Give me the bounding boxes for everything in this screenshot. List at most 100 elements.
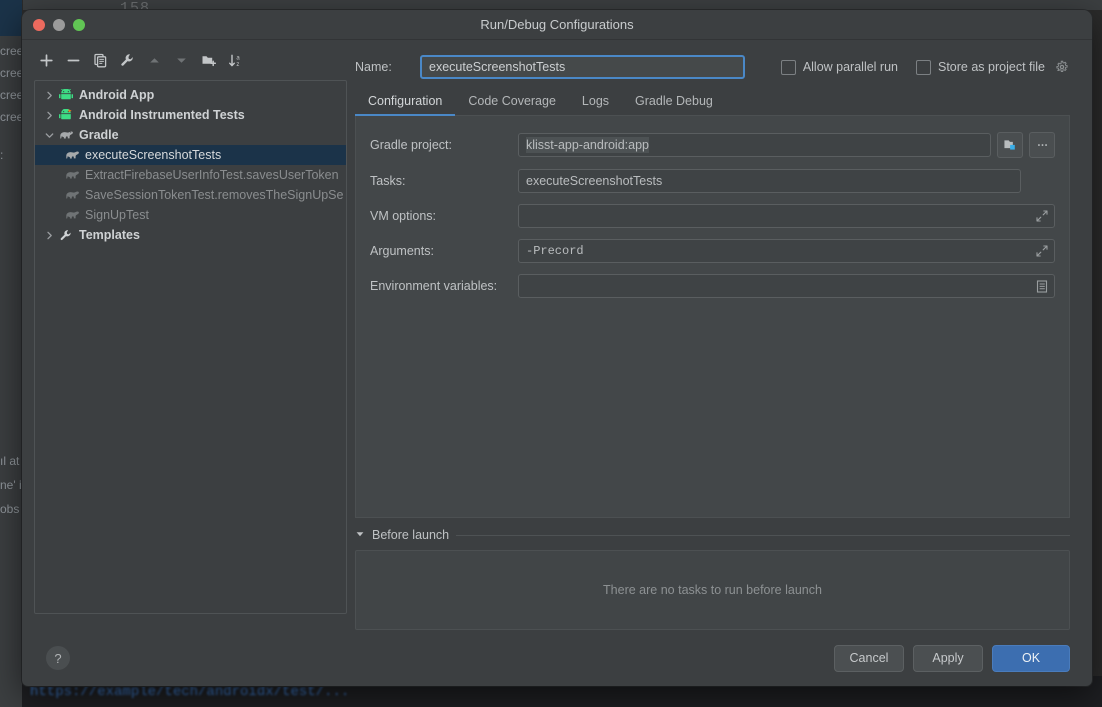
gradle-elephant-icon — [63, 149, 81, 161]
background-text-fragment: cree — [0, 88, 23, 102]
tree-item-gradle[interactable]: Gradle — [35, 125, 346, 145]
background-left-selection — [0, 0, 22, 36]
tree-item-label: Android App — [79, 88, 154, 102]
sort-configurations-button[interactable]: a z — [223, 48, 248, 73]
tree-item-save-session-token-test[interactable]: SaveSessionTokenTest.removesTheSignUpSe — [35, 185, 346, 205]
arrow-down-icon — [174, 53, 189, 68]
plus-icon — [39, 53, 54, 68]
tasks-controls: executeScreenshotTests — [518, 169, 1055, 193]
arguments-value: -Precord — [526, 244, 584, 258]
dialog-footer: ? Cancel Apply OK — [22, 630, 1092, 686]
store-as-project-file-checkbox[interactable] — [916, 60, 931, 75]
dialog-title: Run/Debug Configurations — [480, 17, 633, 32]
store-as-project-file-option[interactable]: Store as project file — [916, 59, 1070, 75]
configuration-tab-content: Gradle project: klisst-app-android:app — [355, 116, 1070, 518]
tab-code-coverage[interactable]: Code Coverage — [455, 94, 569, 115]
vm-options-row: VM options: — [370, 204, 1055, 228]
copy-icon — [93, 53, 108, 68]
background-code-link: https://example/tech/androidx/test/... — [30, 684, 349, 700]
window-controls — [33, 10, 85, 39]
tree-item-sign-up-test[interactable]: SignUpTest — [35, 205, 346, 225]
name-input[interactable] — [420, 55, 745, 79]
dialog-body: a z — [22, 40, 1092, 630]
allow-parallel-run-checkbox[interactable] — [781, 60, 796, 75]
collapse-before-launch-icon[interactable] — [355, 526, 365, 544]
minimize-button[interactable] — [53, 19, 65, 31]
apply-button[interactable]: Apply — [913, 645, 983, 672]
name-options: Allow parallel run Store as project file — [781, 59, 1070, 75]
remove-configuration-button[interactable] — [61, 48, 86, 73]
chevron-right-icon[interactable] — [41, 231, 57, 240]
triangle-down-icon — [355, 529, 365, 539]
chevron-right-icon[interactable] — [41, 91, 57, 100]
gradle-project-value: klisst-app-android:app — [526, 137, 649, 153]
footer-buttons: Cancel Apply OK — [834, 645, 1070, 672]
tab-logs[interactable]: Logs — [569, 94, 622, 115]
move-up-button[interactable] — [142, 48, 167, 73]
environment-variables-label: Environment variables: — [370, 279, 518, 293]
android-icon — [57, 89, 75, 101]
edit-environment-variables-button[interactable] — [1035, 279, 1049, 293]
move-into-folder-button[interactable] — [196, 48, 221, 73]
expand-vm-options-button[interactable] — [1035, 209, 1049, 223]
help-button[interactable]: ? — [46, 646, 70, 670]
zoom-button[interactable] — [73, 19, 85, 31]
tree-item-label: Templates — [79, 228, 140, 242]
tree-list: Android App — [35, 81, 346, 245]
run-debug-configurations-dialog: Run/Debug Configurations — [22, 10, 1092, 686]
before-launch-header[interactable]: Before launch — [355, 526, 1070, 544]
gradle-project-input[interactable]: klisst-app-android:app — [518, 133, 991, 157]
vm-options-input[interactable] — [518, 204, 1055, 228]
chevron-down-icon[interactable] — [41, 131, 57, 140]
select-module-button[interactable] — [997, 132, 1023, 158]
list-edit-icon — [1036, 280, 1048, 293]
configurations-tree[interactable]: Android App — [34, 80, 347, 614]
move-down-button[interactable] — [169, 48, 194, 73]
vm-options-label: VM options: — [370, 209, 518, 223]
name-label: Name: — [355, 60, 420, 74]
arrow-up-icon — [147, 53, 162, 68]
svg-text:z: z — [236, 62, 239, 68]
gradle-project-controls: klisst-app-android:app — [518, 132, 1055, 158]
tab-configuration[interactable]: Configuration — [355, 94, 455, 115]
browse-gradle-project-button[interactable] — [1029, 132, 1055, 158]
gradle-project-row: Gradle project: klisst-app-android:app — [370, 132, 1055, 158]
tab-gradle-debug[interactable]: Gradle Debug — [622, 94, 726, 115]
tree-item-label: SignUpTest — [85, 208, 149, 222]
tasks-input[interactable]: executeScreenshotTests — [518, 169, 1021, 193]
expand-arguments-button[interactable] — [1035, 244, 1049, 258]
tree-item-templates[interactable]: Templates — [35, 225, 346, 245]
allow-parallel-run-label: Allow parallel run — [803, 60, 898, 74]
allow-parallel-run-option[interactable]: Allow parallel run — [781, 60, 898, 75]
configuration-editor-panel: Name: Allow parallel run Store as projec… — [345, 40, 1092, 630]
store-settings-button[interactable] — [1054, 59, 1070, 75]
ok-button[interactable]: OK — [992, 645, 1070, 672]
before-launch-task-list[interactable]: There are no tasks to run before launch — [355, 550, 1070, 630]
tree-item-execute-screenshot-tests[interactable]: executeScreenshotTests — [35, 145, 346, 165]
arguments-controls: -Precord — [518, 239, 1055, 263]
background-top-strip — [22, 0, 1102, 10]
wrench-icon — [57, 229, 75, 242]
close-button[interactable] — [33, 19, 45, 31]
background-text-fragment: cree — [0, 44, 23, 58]
configurations-panel: a z — [22, 40, 345, 630]
tasks-value: executeScreenshotTests — [526, 174, 662, 188]
environment-variables-input[interactable] — [518, 274, 1055, 298]
editor-tabs: Configuration Code Coverage Logs Gradle … — [355, 88, 1070, 116]
tree-item-extract-firebase-user-info-test[interactable]: ExtractFirebaseUserInfoTest.savesUserTok… — [35, 165, 346, 185]
edit-templates-button[interactable] — [115, 48, 140, 73]
background-text-fragment: : — [0, 148, 3, 162]
tree-item-label: executeScreenshotTests — [85, 148, 221, 162]
sort-az-icon: a z — [228, 53, 244, 68]
tasks-row: Tasks: executeScreenshotTests — [370, 169, 1055, 193]
add-configuration-button[interactable] — [34, 48, 59, 73]
chevron-right-icon[interactable] — [41, 111, 57, 120]
minus-icon — [66, 53, 81, 68]
vm-options-controls — [518, 204, 1055, 228]
tree-item-android-instrumented-tests[interactable]: Android Instrumented Tests — [35, 105, 346, 125]
tree-item-android-app[interactable]: Android App — [35, 85, 346, 105]
copy-configuration-button[interactable] — [88, 48, 113, 73]
svg-text:a: a — [236, 55, 240, 61]
cancel-button[interactable]: Cancel — [834, 645, 904, 672]
arguments-input[interactable]: -Precord — [518, 239, 1055, 263]
